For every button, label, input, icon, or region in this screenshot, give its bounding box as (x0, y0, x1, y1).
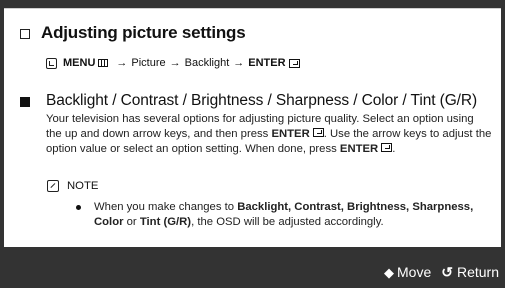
enter-icon (288, 58, 300, 68)
note-heading: NOTE (47, 180, 98, 192)
move-hint[interactable]: ◆ Move (384, 264, 431, 280)
path-icon (46, 57, 57, 69)
path-backlight: Backlight (184, 57, 230, 69)
move-label: Move (397, 264, 432, 280)
return-icon: ↺ (441, 264, 453, 280)
body-enter: ENTER (271, 128, 310, 140)
return-label: Return (456, 264, 499, 280)
note-label: NOTE (67, 180, 99, 192)
checkbox-icon (20, 28, 30, 39)
bullet-dot-icon (76, 205, 81, 210)
menu-icon (98, 59, 109, 67)
section-body: Your television has several options for … (46, 112, 492, 157)
note-icon (47, 180, 59, 192)
enter-icon (381, 143, 393, 152)
section-heading: Backlight / Contrast / Brightness / Shar… (20, 92, 477, 110)
note-text-part: , the OSD will be adjusted accordingly. (191, 216, 384, 228)
note-text-part: or (123, 216, 140, 228)
path-arrow: → (169, 57, 181, 69)
note-text-part: When you make changes to (94, 201, 238, 213)
menu-label: MENU (63, 57, 96, 69)
path-arrow: → (233, 57, 245, 69)
title-row: Adjusting picture settings (20, 23, 246, 43)
section-title: Backlight / Contrast / Brightness / Shar… (46, 92, 478, 109)
path-arrow: → (116, 57, 128, 69)
footer-bar: ◆ Move ↺ Return (0, 256, 505, 288)
screen-frame: Adjusting picture settings MENU → Pictur… (0, 0, 505, 288)
path-enter: ENTER (248, 57, 286, 69)
body-enter: ENTER (339, 143, 379, 155)
note-text-bold: Tint (G/R) (139, 216, 192, 228)
enter-icon (312, 128, 324, 137)
square-bullet-icon (20, 97, 30, 107)
menu-path: MENU → Picture → Backlight → ENTER (46, 57, 300, 69)
page-title: Adjusting picture settings (41, 23, 246, 42)
note-item: When you make changes to Backlight, Cont… (76, 200, 486, 230)
body-text: . (392, 143, 396, 155)
up-down-icon: ◆ (384, 264, 394, 280)
note-text: When you make changes to Backlight, Cont… (94, 200, 486, 230)
path-picture: Picture (131, 57, 166, 69)
return-button[interactable]: ↺ Return (441, 264, 499, 280)
